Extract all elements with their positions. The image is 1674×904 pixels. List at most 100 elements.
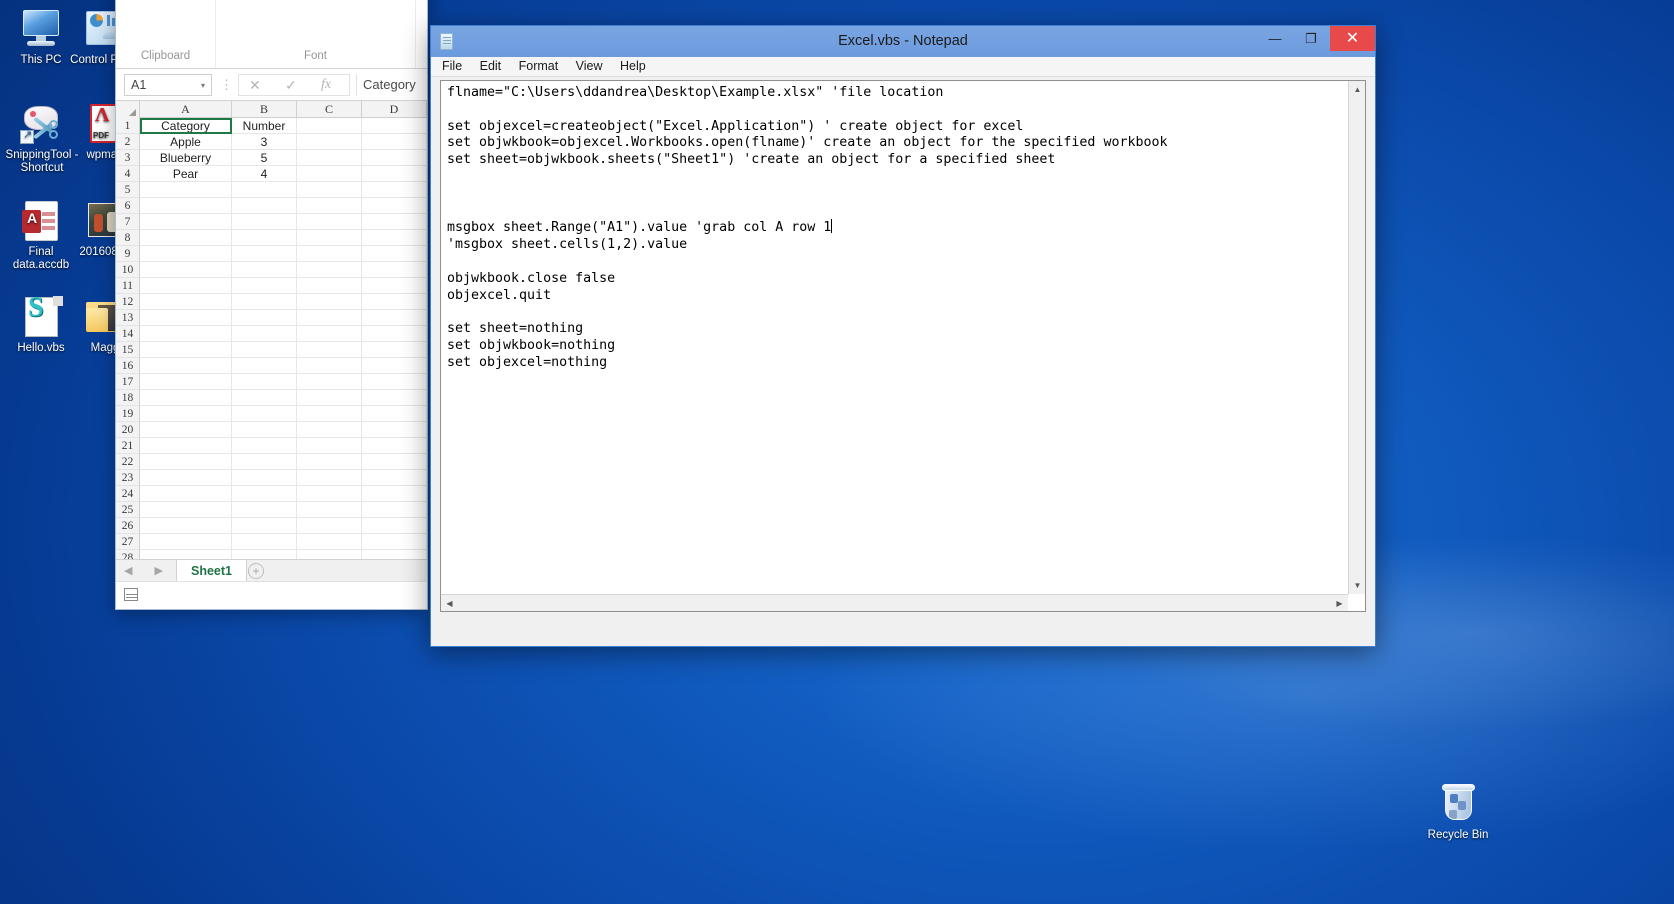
grid-cell[interactable] [140,454,232,470]
grid-cell[interactable] [140,358,232,374]
grid-cell[interactable] [140,230,232,246]
grid-cell[interactable] [140,342,232,358]
column-header-a[interactable]: A [140,101,232,118]
grid-cell[interactable] [297,310,362,326]
grid-cell[interactable] [140,294,232,310]
row-header[interactable]: 15 [116,342,140,358]
grid-cell[interactable] [297,438,362,454]
excel-window[interactable]: Paste ▾ Clipboard Arial 10 A A B I U ▾ ▾… [115,0,428,610]
grid-cell[interactable] [232,422,297,438]
notepad-title-bar[interactable]: Excel.vbs - Notepad — ❐ ✕ [431,26,1375,57]
grid-cell[interactable] [232,294,297,310]
grid-cell[interactable] [140,470,232,486]
row-header[interactable]: 2 [116,134,140,150]
row-header[interactable]: 13 [116,310,140,326]
grid-cell[interactable] [140,374,232,390]
grid-cell[interactable] [140,390,232,406]
formula-bar-value[interactable]: Category [356,74,425,96]
row-header[interactable]: 11 [116,278,140,294]
excel-grid[interactable]: A B C D 1 Category Number 2 Apple 3 3 Blueberry… [116,101,427,559]
row-header[interactable]: 14 [116,326,140,342]
grid-cell[interactable]: Pear [140,166,232,182]
grid-cell[interactable] [140,326,232,342]
grid-cell[interactable] [362,374,427,390]
column-header-d[interactable]: D [362,101,427,118]
grid-cell[interactable] [297,534,362,550]
row-header[interactable]: 28 [116,550,140,559]
row-header[interactable]: 20 [116,422,140,438]
grid-cell[interactable] [362,502,427,518]
row-header[interactable]: 7 [116,214,140,230]
grid-cell[interactable] [232,342,297,358]
grid-cell[interactable] [362,534,427,550]
grid-cell[interactable] [297,294,362,310]
notepad-text-area[interactable]: flname="C:\Users\ddandrea\Desktop\Exampl… [440,80,1366,612]
grid-cell[interactable]: Blueberry [140,150,232,166]
grid-cell[interactable]: 5 [232,150,297,166]
row-header[interactable]: 23 [116,470,140,486]
grid-cell[interactable] [232,438,297,454]
row-header[interactable]: 24 [116,486,140,502]
grid-cell[interactable] [140,214,232,230]
grid-cell[interactable]: 4 [232,166,297,182]
menu-item-file[interactable]: File [442,57,470,75]
grid-cell[interactable] [362,278,427,294]
scroll-right-icon[interactable]: ▶ [1331,595,1348,612]
grid-cell[interactable] [362,358,427,374]
grid-cell[interactable] [232,246,297,262]
vertical-scrollbar[interactable]: ▲ ▼ [1348,81,1365,594]
grid-cell[interactable] [232,550,297,559]
grid-cell[interactable] [140,246,232,262]
name-box[interactable]: A1 ▾ [124,74,212,96]
row-header[interactable]: 26 [116,518,140,534]
grid-cell[interactable] [297,454,362,470]
sheet-tab-bar[interactable]: ◀▶ Sheet1 + [116,559,427,582]
grid-cell[interactable] [297,502,362,518]
grid-cell[interactable] [362,422,427,438]
grid-cell[interactable] [362,550,427,559]
grid-cell[interactable] [362,150,427,166]
grid-cell[interactable] [362,198,427,214]
grid-cell[interactable] [297,518,362,534]
grid-cell[interactable] [362,182,427,198]
excel-formula-bar[interactable]: A1 ▾ ⋮ ✕ ✓ fx Category [116,69,427,101]
grid-cell[interactable] [362,134,427,150]
row-header[interactable]: 8 [116,230,140,246]
fx-icon[interactable]: fx [321,77,331,93]
grid-cell[interactable] [362,230,427,246]
grid-cell[interactable] [232,214,297,230]
row-header[interactable]: 3 [116,150,140,166]
grid-cell[interactable] [297,278,362,294]
grid-cell[interactable] [232,326,297,342]
grid-cell[interactable] [232,406,297,422]
grid-cell[interactable] [140,518,232,534]
grid-cell[interactable]: Category [140,118,232,134]
excel-ribbon[interactable]: Paste ▾ Clipboard Arial 10 A A B I U ▾ ▾… [116,0,427,69]
column-header-b[interactable]: B [232,101,297,118]
grid-cell[interactable] [362,438,427,454]
grid-cell[interactable] [140,182,232,198]
grid-cell[interactable] [297,550,362,559]
row-header[interactable]: 5 [116,182,140,198]
grid-cell[interactable] [362,214,427,230]
grid-cell[interactable]: Number [232,118,297,134]
grid-cell[interactable] [297,198,362,214]
grid-cell[interactable] [140,486,232,502]
grid-cell[interactable]: 3 [232,134,297,150]
grid-cell[interactable] [297,470,362,486]
grid-cell[interactable] [297,118,362,134]
desktop-icon-recycle-bin[interactable]: Recycle Bin [1419,783,1497,842]
grid-cell[interactable] [140,278,232,294]
grid-cell[interactable] [297,246,362,262]
grid-cell[interactable] [362,470,427,486]
grid-cell[interactable] [362,246,427,262]
add-sheet-icon[interactable]: + [248,563,264,579]
row-header[interactable]: 12 [116,294,140,310]
menu-item-help[interactable]: Help [620,57,654,75]
grid-cell[interactable] [362,310,427,326]
grid-cell[interactable] [232,518,297,534]
grid-cell[interactable] [232,182,297,198]
grid-cell[interactable] [297,166,362,182]
minimize-button[interactable]: — [1257,26,1293,51]
row-header[interactable]: 21 [116,438,140,454]
